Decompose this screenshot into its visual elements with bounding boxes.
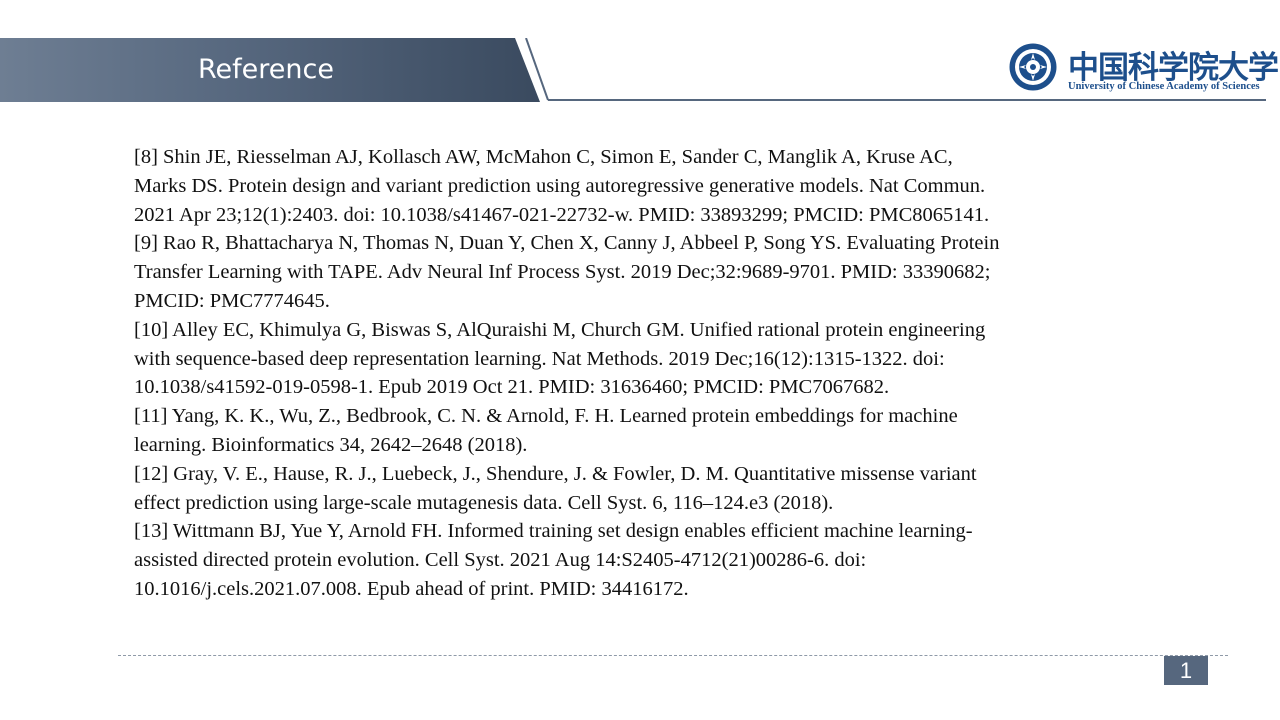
- reference-line: [12] Gray, V. E., Hause, R. J., Luebeck,…: [134, 462, 977, 485]
- reference-entry: [10] Alley EC, Khimulya G, Biswas S, AlQ…: [134, 316, 1164, 402]
- reference-line: [8] Shin JE, Riesselman AJ, Kollasch AW,…: [134, 146, 953, 168]
- reference-list: [8] Shin JE, Riesselman AJ, Kollasch AW,…: [134, 143, 1164, 604]
- reference-line: with sequence-based deep representation …: [134, 347, 945, 370]
- reference-line: 10.1016/j.cels.2021.07.008. Epub ahead o…: [134, 577, 689, 600]
- university-logo: 中国科学院大学 University of Chinese Academy of…: [1008, 40, 1279, 96]
- reference-line: [11] Yang, K. K., Wu, Z., Bedbrook, C. N…: [134, 405, 958, 428]
- page-number-badge: 1: [1164, 656, 1208, 685]
- reference-line: [10] Alley EC, Khimulya G, Biswas S, AlQ…: [134, 318, 986, 341]
- footer-divider: [118, 655, 1228, 656]
- reference-line: 2021 Apr 23;12(1):2403. doi: 10.1038/s41…: [134, 203, 990, 226]
- reference-line: effect prediction using large-scale muta…: [134, 491, 834, 514]
- university-emblem-icon: [1009, 43, 1057, 91]
- reference-line: learning. Bioinformatics 34, 2642–2648 (…: [134, 433, 528, 456]
- reference-line: [13] Wittmann BJ, Yue Y, Arnold FH. Info…: [134, 520, 973, 543]
- reference-line: Transfer Learning with TAPE. Adv Neural …: [134, 261, 991, 284]
- reference-entry: [11] Yang, K. K., Wu, Z., Bedbrook, C. N…: [134, 402, 1164, 460]
- header-divider: [548, 99, 1266, 101]
- reference-entry: [13] Wittmann BJ, Yue Y, Arnold FH. Info…: [134, 517, 1164, 603]
- reference-entry: [12] Gray, V. E., Hause, R. J., Luebeck,…: [134, 460, 1164, 518]
- reference-entry: [8] Shin JE, Riesselman AJ, Kollasch AW,…: [134, 143, 1164, 229]
- reference-line: [9] Rao R, Bhattacharya N, Thomas N, Dua…: [134, 232, 1000, 255]
- reference-line: PMCID: PMC7774645.: [134, 289, 330, 312]
- reference-line: 10.1038/s41592-019-0598-1. Epub 2019 Oct…: [134, 376, 890, 399]
- reference-entry: [9] Rao R, Bhattacharya N, Thomas N, Dua…: [134, 229, 1164, 315]
- reference-line: Marks DS. Protein design and variant pre…: [134, 174, 986, 197]
- reference-line: assisted directed protein evolution. Cel…: [134, 549, 867, 572]
- slide-title: Reference: [198, 54, 334, 85]
- logo-english-name: University of Chinese Academy of Science…: [1068, 81, 1260, 92]
- header-slash-decoration: [525, 38, 549, 101]
